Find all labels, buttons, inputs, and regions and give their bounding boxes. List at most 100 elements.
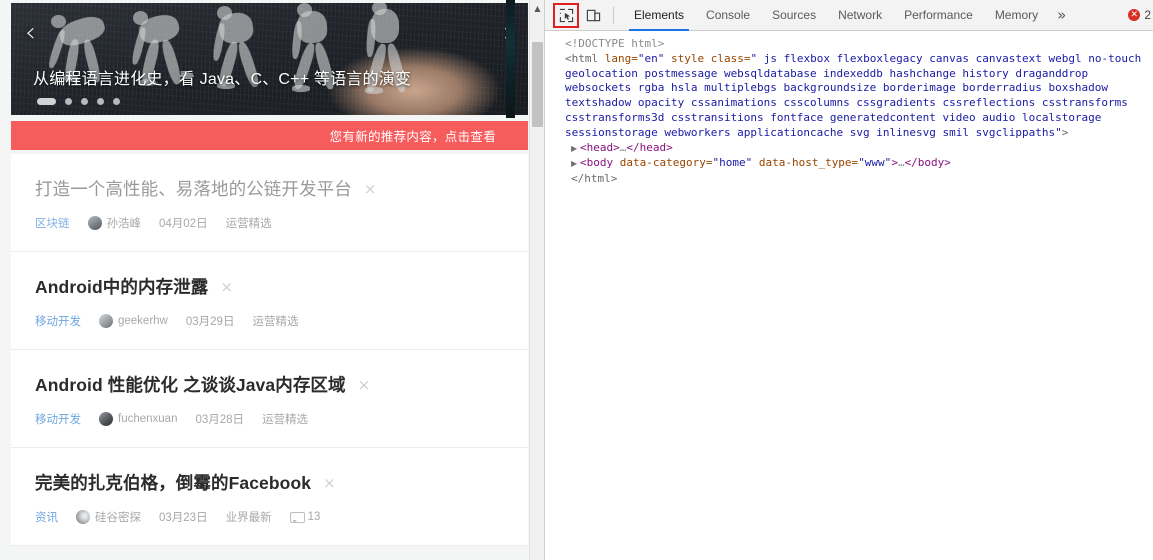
device-toolbar-icon — [586, 9, 600, 21]
article-meta: 区块链 孙浩峰 04月02日 运营精选 — [35, 215, 504, 231]
devtools-tab-bar: Elements Console Sources Network Perform… — [623, 0, 1049, 31]
avatar — [87, 216, 102, 230]
attr-lang-value: "en" — [637, 51, 665, 65]
article-list-item[interactable]: Android中的内存泄露 × 移动开发 geekerhw 03月29日 运营精选 — [11, 252, 528, 350]
inspect-cursor-icon — [559, 8, 573, 22]
carousel-dot-2[interactable] — [65, 98, 72, 105]
carousel-dot-5[interactable] — [113, 98, 120, 105]
author-name: 孙浩峰 — [106, 218, 142, 230]
attr-data-category-name: data-category= — [619, 156, 713, 170]
tab-console[interactable]: Console — [695, 0, 761, 31]
tab-network[interactable]: Network — [827, 0, 893, 31]
page-right-edge-strip — [506, 0, 515, 118]
article-author[interactable]: 硅谷密探 — [76, 509, 141, 525]
dom-line-html-open[interactable]: <html lang="en" style class=" js flexbox… — [555, 52, 1147, 141]
article-author[interactable]: 孙浩峰 — [87, 215, 142, 231]
dom-line-html-close: </html> — [555, 172, 1147, 187]
html-tag-close-bracket: > — [1061, 125, 1069, 139]
attr-data-host-type-name: data-host_type= — [752, 156, 859, 170]
attr-style-name: style — [671, 51, 705, 65]
head-open-tag: <head> — [580, 140, 620, 154]
attr-data-category-value: "home" — [712, 156, 753, 170]
article-comments[interactable]: 13 — [289, 511, 321, 523]
web-page: ‹ › 从编程语言进化史，看 Java、C、C++ 等语言的演变 您有新的推荐内… — [0, 0, 530, 560]
article-title[interactable]: 打造一个高性能、易落地的公链开发平台 — [35, 176, 352, 201]
comment-bubble-icon — [289, 511, 305, 523]
expand-triangle-icon[interactable]: ▶ — [571, 157, 580, 172]
author-name: geekerhw — [118, 315, 168, 327]
attr-lang-name: lang= — [604, 51, 638, 65]
article-date: 03月29日 — [185, 316, 235, 328]
article-title[interactable]: Android 性能优化 之谈谈Java内存区域 — [35, 372, 346, 397]
tab-sources[interactable]: Sources — [761, 0, 827, 31]
error-icon: ✕ — [1128, 9, 1141, 21]
html-tag-open: <html — [565, 51, 605, 65]
article-category[interactable]: 移动开发 — [35, 411, 81, 427]
attr-data-host-type-value: "www" — [858, 156, 892, 170]
article-list-item[interactable]: Android 性能优化 之谈谈Java内存区域 × 移动开发 fuchenxua… — [11, 350, 528, 448]
author-name: fuchenxuan — [118, 413, 178, 425]
article-date: 03月23日 — [159, 512, 208, 524]
devtools-panel: Elements Console Sources Network Perform… — [545, 0, 1153, 560]
dom-line-head[interactable]: ▶ <head>…</head> — [555, 141, 1147, 157]
article-meta: 移动开发 geekerhw 03月29日 运营精选 — [35, 313, 504, 329]
body-ellipsis: … — [897, 156, 905, 170]
close-icon[interactable]: × — [358, 376, 371, 394]
article-list: 打造一个高性能、易落地的公链开发平台 × 区块链 孙浩峰 04月02日 运营精选 … — [11, 154, 528, 546]
article-meta: 资讯 硅谷密探 03月23日 业界最新 13 — [35, 509, 504, 525]
devtools-toolbar: Elements Console Sources Network Perform… — [545, 0, 1153, 31]
body-close-tag: </body> — [904, 156, 951, 170]
article-title[interactable]: Android中的内存泄露 — [35, 274, 208, 299]
article-list-item[interactable]: 完美的扎克伯格，倒霉的Facebook × 资讯 硅谷密探 03月23日 业界最新… — [11, 448, 528, 546]
new-content-notification-bar[interactable]: 您有新的推荐内容，点击查看 — [11, 121, 528, 150]
carousel-dots[interactable] — [37, 98, 120, 105]
scrollbar-up-arrow-icon[interactable]: ▲ — [530, 0, 544, 16]
article-author[interactable]: geekerhw — [99, 314, 168, 328]
page-scrollbar[interactable]: ▲ — [529, 0, 544, 560]
tab-performance[interactable]: Performance — [893, 0, 984, 31]
carousel-prev-arrow-icon[interactable]: ‹ — [25, 19, 36, 46]
avatar — [76, 510, 90, 524]
article-category[interactable]: 区块链 — [35, 215, 70, 231]
dom-tree-view[interactable]: <!DOCTYPE html> <html lang="en" style cl… — [545, 31, 1153, 560]
tab-elements[interactable]: Elements — [623, 0, 695, 31]
close-icon[interactable]: × — [364, 180, 377, 198]
article-date: 03月28日 — [195, 414, 245, 426]
article-tag: 运营精选 — [225, 218, 272, 230]
carousel-dot-4[interactable] — [97, 98, 104, 105]
tab-memory[interactable]: Memory — [984, 0, 1049, 31]
toolbar-divider — [613, 6, 614, 24]
toggle-device-toolbar-button[interactable] — [580, 3, 606, 27]
article-category[interactable]: 资讯 — [35, 509, 58, 525]
article-date: 04月02日 — [159, 218, 208, 230]
error-count-badge[interactable]: ✕ 2 — [1128, 8, 1151, 22]
avatar — [99, 314, 113, 328]
doctype-text: <!DOCTYPE html> — [565, 37, 665, 50]
article-meta: 移动开发 fuchenxuan 03月28日 运营精选 — [35, 411, 504, 427]
inspect-element-button[interactable] — [555, 3, 577, 27]
browser-viewport: ‹ › 从编程语言进化史，看 Java、C、C++ 等语言的演变 您有新的推荐内… — [0, 0, 545, 560]
attr-class-name: class= — [704, 51, 751, 65]
close-icon[interactable]: × — [323, 474, 336, 492]
article-list-item[interactable]: 打造一个高性能、易落地的公链开发平台 × 区块链 孙浩峰 04月02日 运营精选 — [11, 154, 528, 252]
article-tag: 运营精选 — [262, 414, 309, 426]
carousel-dot-1[interactable] — [37, 98, 56, 105]
more-tabs-chevron-icon[interactable]: » — [1049, 6, 1074, 24]
comment-count: 13 — [307, 511, 321, 523]
dom-line-body[interactable]: ▶ <body data-category="home" data-host_ty… — [555, 156, 1147, 172]
html-close-tag: </html> — [571, 172, 618, 186]
article-author[interactable]: fuchenxuan — [99, 412, 177, 426]
carousel-dot-3[interactable] — [81, 98, 88, 105]
article-category[interactable]: 移动开发 — [35, 313, 81, 329]
screen-root: ‹ › 从编程语言进化史，看 Java、C、C++ 等语言的演变 您有新的推荐内… — [0, 0, 1153, 560]
carousel-title[interactable]: 从编程语言进化史，看 Java、C、C++ 等语言的演变 — [33, 65, 411, 89]
head-close-tag: </head> — [626, 140, 673, 154]
dom-line-doctype: <!DOCTYPE html> — [555, 37, 1147, 52]
article-title[interactable]: 完美的扎克伯格，倒霉的Facebook — [35, 470, 311, 495]
scrollbar-thumb[interactable] — [532, 42, 543, 127]
close-icon[interactable]: × — [220, 278, 233, 296]
expand-triangle-icon[interactable]: ▶ — [571, 142, 580, 157]
body-open-bracket: > — [891, 156, 898, 170]
hero-carousel[interactable]: ‹ › 从编程语言进化史，看 Java、C、C++ 等语言的演变 — [11, 3, 528, 115]
devtools-toolbar-right: ✕ 2 — [1128, 8, 1153, 22]
